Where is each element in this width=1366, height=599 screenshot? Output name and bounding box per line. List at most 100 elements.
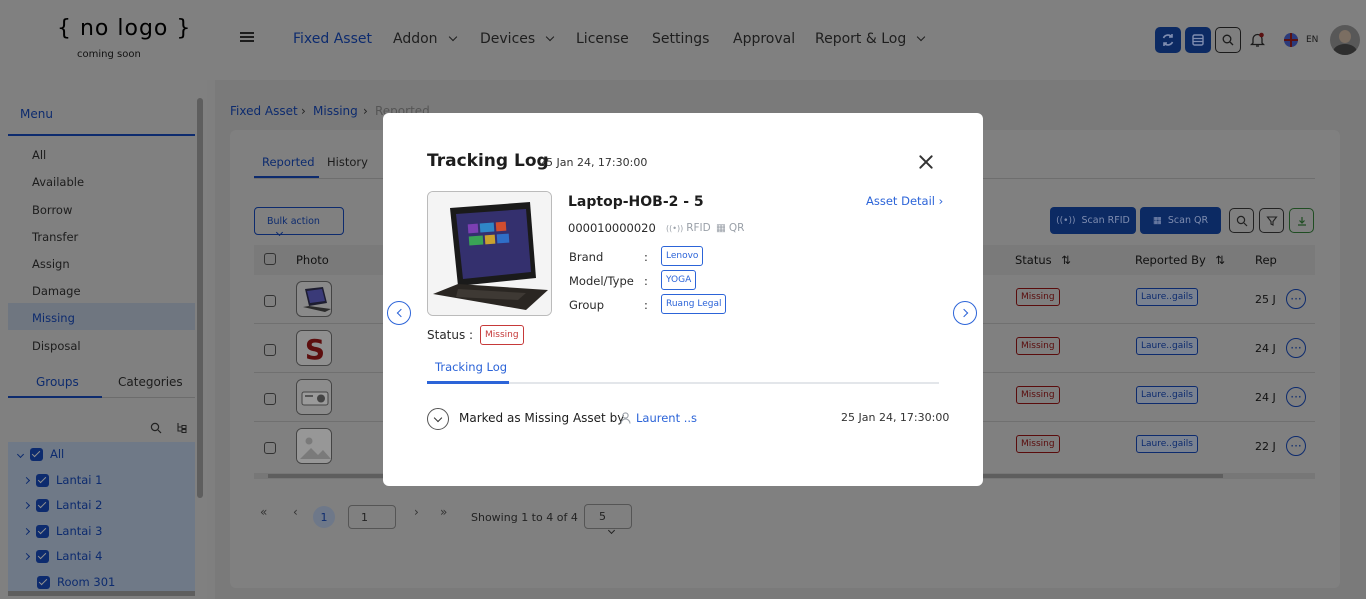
asset-thumbnail[interactable] xyxy=(296,379,332,415)
tab-history[interactable]: History xyxy=(327,155,368,169)
scan-qr-button[interactable]: ▦ Scan QR xyxy=(1140,207,1221,234)
reported-by-badge[interactable]: Laure..gails xyxy=(1136,435,1198,453)
chevron-right-icon[interactable] xyxy=(22,552,31,560)
nav-approval[interactable]: Approval xyxy=(733,31,795,47)
next-asset-button[interactable] xyxy=(953,301,977,325)
expand-log-button[interactable] xyxy=(427,408,449,430)
asset-detail-link[interactable]: Asset Detail › xyxy=(866,194,943,208)
last-page-icon[interactable]: » xyxy=(440,505,447,519)
sidebar-item-available[interactable]: Available xyxy=(32,175,84,189)
bulk-action-dropdown[interactable]: Bulk action xyxy=(254,207,344,237)
sidebar-item-borrow[interactable]: Borrow xyxy=(32,203,72,217)
user-avatar[interactable] xyxy=(1330,25,1360,55)
next-page-icon[interactable]: › xyxy=(414,505,419,519)
row-actions-button[interactable]: ··· xyxy=(1286,387,1306,407)
nav-addon[interactable]: Addon xyxy=(393,31,457,47)
checkbox[interactable] xyxy=(36,498,49,512)
asset-photo xyxy=(427,191,552,316)
filter-button[interactable] xyxy=(1259,208,1284,233)
logo[interactable]: { no logo } xyxy=(57,16,191,41)
scan-rfid-button[interactable]: ((•)) Scan RFID xyxy=(1050,207,1136,234)
tree-item-all[interactable]: All xyxy=(16,447,64,461)
previous-page-icon[interactable]: ‹ xyxy=(293,505,298,519)
checkbox[interactable] xyxy=(36,524,49,538)
laptop-image xyxy=(428,192,551,315)
sidebar-item-all[interactable]: All xyxy=(32,148,46,162)
reported-by-badge[interactable]: Laure..gails xyxy=(1136,386,1198,404)
row-checkbox[interactable] xyxy=(264,295,276,307)
nav-report-log[interactable]: Report & Log xyxy=(815,31,926,47)
tree-structure-icon[interactable] xyxy=(176,422,188,434)
user-icon xyxy=(620,412,631,424)
row-checkbox[interactable] xyxy=(264,393,276,405)
log-user[interactable]: Laurent ..s xyxy=(620,411,697,425)
tree-item-room-301[interactable]: Room 301 xyxy=(37,575,115,589)
sidebar-horizontal-scrollbar[interactable] xyxy=(8,591,195,596)
nav-fixed-asset[interactable]: Fixed Asset xyxy=(293,31,372,47)
breadcrumb-fixed-asset[interactable]: Fixed Asset xyxy=(230,104,298,118)
list-view-button[interactable] xyxy=(1185,27,1211,53)
checkbox[interactable] xyxy=(30,447,43,461)
menu-title: Menu xyxy=(20,107,53,121)
language-label[interactable]: EN xyxy=(1306,35,1318,45)
search-icon[interactable] xyxy=(150,422,162,434)
asset-thumbnail[interactable]: S xyxy=(296,330,332,366)
row-actions-button[interactable]: ··· xyxy=(1286,289,1306,309)
sidebar-item-missing[interactable]: Missing xyxy=(32,311,75,325)
reported-by-badge[interactable]: Laure..gails xyxy=(1136,337,1198,355)
hamburger-menu-icon[interactable] xyxy=(240,32,254,42)
close-icon[interactable] xyxy=(918,154,934,170)
asset-thumbnail[interactable] xyxy=(296,281,332,317)
asset-thumbnail[interactable] xyxy=(296,428,332,464)
row-checkbox[interactable] xyxy=(264,344,276,356)
rfid-tag: ((•)) RFID xyxy=(666,222,711,234)
chevron-down-icon[interactable] xyxy=(16,450,25,458)
row-checkbox[interactable] xyxy=(264,442,276,454)
column-header-status[interactable]: Status ⇅ xyxy=(1015,253,1071,267)
notification-bell-icon[interactable] xyxy=(1250,32,1265,48)
tree-item-lantai-2[interactable]: Lantai 2 xyxy=(22,498,102,512)
nav-settings[interactable]: Settings xyxy=(652,31,709,47)
header-search-button[interactable] xyxy=(1215,27,1241,53)
tree-item-lantai-3[interactable]: Lantai 3 xyxy=(22,524,102,538)
uk-flag-icon[interactable] xyxy=(1284,33,1298,47)
sidebar-scrollbar[interactable] xyxy=(197,98,203,498)
nav-devices[interactable]: Devices xyxy=(480,31,555,47)
previous-asset-button[interactable] xyxy=(387,301,411,325)
sort-icon[interactable]: ⇅ xyxy=(1216,253,1226,267)
export-button[interactable] xyxy=(1289,208,1314,233)
sidebar-item-disposal[interactable]: Disposal xyxy=(32,339,81,353)
nav-license[interactable]: License xyxy=(576,31,629,47)
checkbox[interactable] xyxy=(36,473,49,487)
row-actions-button[interactable]: ··· xyxy=(1286,338,1306,358)
checkbox[interactable] xyxy=(37,575,50,589)
sidebar-item-assign[interactable]: Assign xyxy=(32,257,70,271)
tree-item-lantai-1[interactable]: Lantai 1 xyxy=(22,473,102,487)
column-header-reported-by[interactable]: Reported By ⇅ xyxy=(1135,253,1225,267)
select-all-checkbox[interactable] xyxy=(264,253,276,265)
nav-label: Settings xyxy=(652,31,710,47)
chevron-right-icon: › xyxy=(938,194,944,208)
sort-icon[interactable]: ⇅ xyxy=(1061,253,1071,267)
tree-item-lantai-4[interactable]: Lantai 4 xyxy=(22,549,102,563)
table-search-button[interactable] xyxy=(1229,208,1254,233)
sync-button[interactable] xyxy=(1155,27,1181,53)
row-actions-button[interactable]: ··· xyxy=(1286,436,1306,456)
page-number-current[interactable]: 1 xyxy=(313,506,335,528)
breadcrumb-missing[interactable]: Missing xyxy=(313,104,358,118)
chevron-right-icon[interactable] xyxy=(22,501,31,509)
page-size-select[interactable]: 5 xyxy=(584,504,632,535)
tab-categories[interactable]: Categories xyxy=(118,375,183,389)
first-page-icon[interactable]: « xyxy=(260,505,267,519)
chevron-right-icon[interactable] xyxy=(22,527,31,535)
sidebar-item-transfer[interactable]: Transfer xyxy=(32,230,78,244)
sidebar-item-damage[interactable]: Damage xyxy=(32,284,81,298)
chevron-right-icon[interactable] xyxy=(22,476,31,484)
checkbox[interactable] xyxy=(36,549,49,563)
field-colon: : xyxy=(644,298,648,312)
page-jump-input[interactable]: 1 xyxy=(348,505,396,529)
tab-reported[interactable]: Reported xyxy=(262,155,315,169)
tab-tracking-log[interactable]: Tracking Log xyxy=(435,360,507,374)
tab-groups[interactable]: Groups xyxy=(36,375,79,389)
reported-by-badge[interactable]: Laure..gails xyxy=(1136,288,1198,306)
